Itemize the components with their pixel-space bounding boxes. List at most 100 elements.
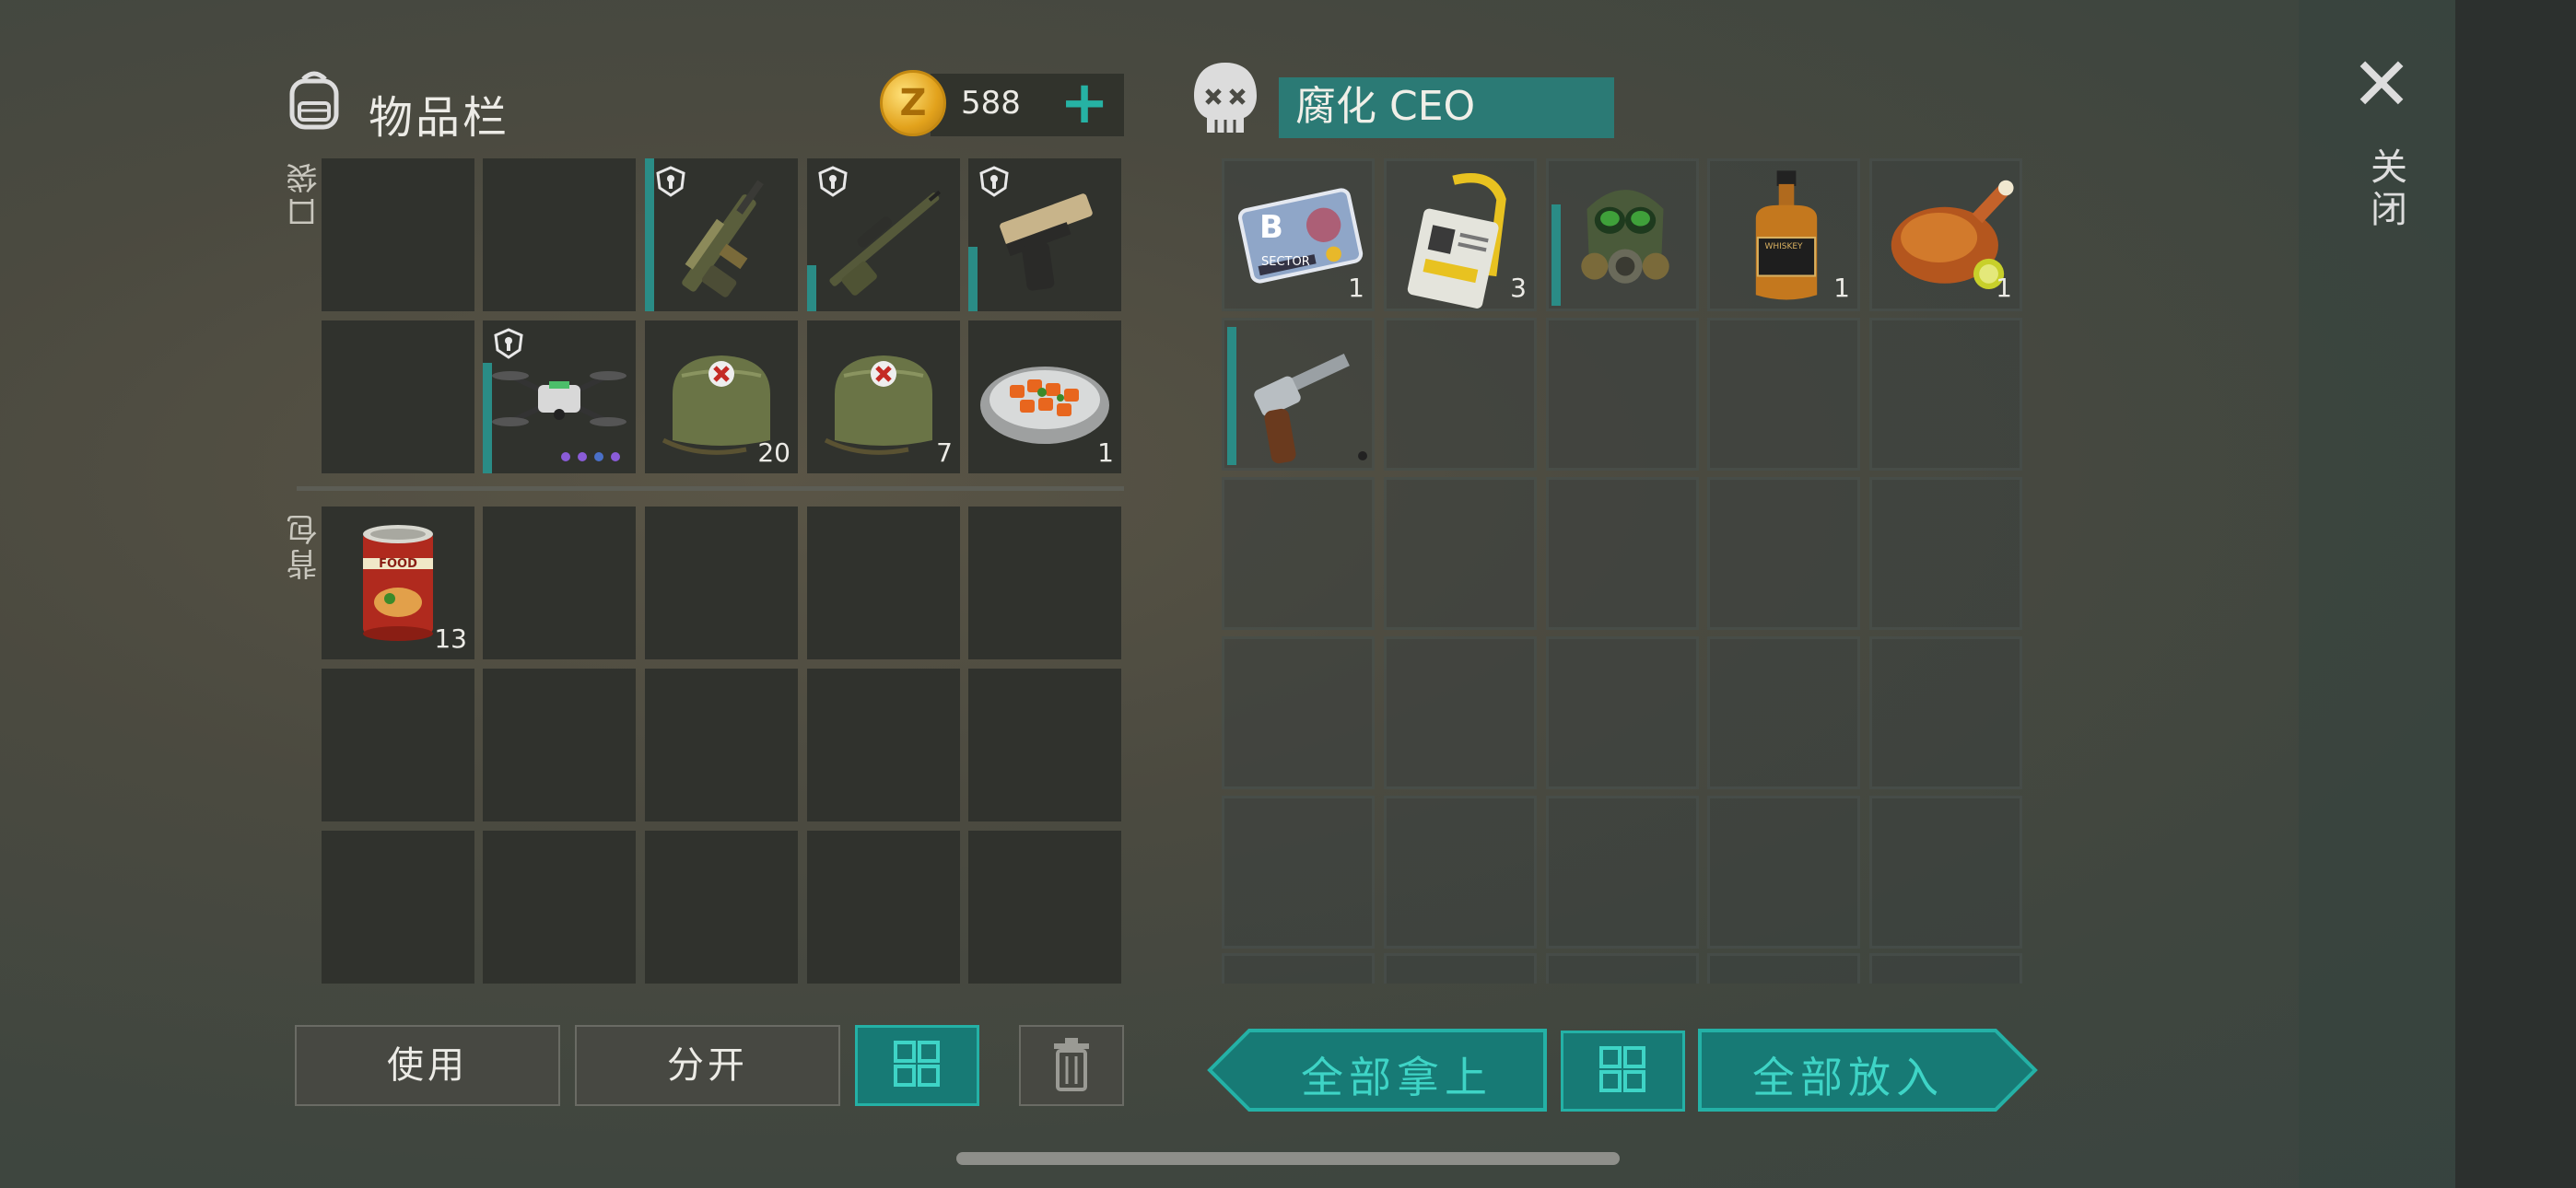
- container-slot-empty[interactable]: [1707, 477, 1860, 630]
- backpack-slot-empty[interactable]: [968, 507, 1121, 659]
- sort-container-button[interactable]: [1561, 1031, 1685, 1112]
- pocket-slot-drone[interactable]: [483, 320, 636, 473]
- backpack-slot-empty[interactable]: [968, 669, 1121, 821]
- pocket-slot-medkit[interactable]: 20: [645, 320, 798, 473]
- container-slot-empty[interactable]: [1222, 477, 1375, 630]
- status-dot: [1358, 451, 1367, 460]
- put-all-button[interactable]: 全部放入: [1697, 1028, 2038, 1112]
- container-slot-revolver[interactable]: [1222, 318, 1375, 471]
- backpack-slot-empty[interactable]: [807, 507, 960, 659]
- container-slot-empty[interactable]: [1546, 636, 1699, 789]
- pocket-slot-empty[interactable]: [322, 320, 474, 473]
- backpack-icon: [281, 66, 347, 133]
- rifle-icon: [682, 180, 764, 297]
- item-quantity: 20: [757, 437, 790, 468]
- container-slot-gas-mask[interactable]: [1546, 158, 1699, 311]
- backpack-slot-empty[interactable]: [968, 831, 1121, 984]
- container-slot-empty[interactable]: [1869, 318, 2022, 471]
- pocket-slot-food-bowl[interactable]: 1: [968, 320, 1121, 473]
- split-button[interactable]: 分开: [575, 1025, 840, 1106]
- gas-mask-icon: [1581, 190, 1669, 284]
- section-divider: [297, 486, 1124, 491]
- revolver-icon: [1254, 354, 1350, 464]
- close-label[interactable]: 关闭: [2359, 147, 2412, 232]
- can-label: FOOD: [379, 557, 417, 571]
- put-all-label: 全部放入: [1752, 1053, 1944, 1102]
- container-slot-empty[interactable]: [1222, 636, 1375, 789]
- backpack-label: 背包: [287, 510, 323, 580]
- container-slot-keycard[interactable]: B SECTOR 1: [1222, 158, 1375, 311]
- backpack-slot-empty[interactable]: [645, 507, 798, 659]
- keycard-letter: B: [1259, 209, 1283, 246]
- container-slot-empty[interactable]: [1384, 796, 1537, 949]
- container-slot-empty[interactable]: [1869, 953, 2022, 984]
- container-slot-empty[interactable]: [1546, 318, 1699, 471]
- pocket-slot-medkit[interactable]: 7: [807, 320, 960, 473]
- pocket-slot-empty[interactable]: [483, 158, 636, 311]
- home-indicator[interactable]: [956, 1152, 1620, 1165]
- take-all-button[interactable]: 全部拿上: [1207, 1028, 1548, 1112]
- trash-button[interactable]: [1019, 1025, 1124, 1106]
- backpack-slot-empty[interactable]: [483, 507, 636, 659]
- pocket-slot-sniper[interactable]: [807, 158, 960, 311]
- container-slot-id-badge[interactable]: 3: [1384, 158, 1537, 311]
- right-edge-panel: [2455, 0, 2576, 1188]
- container-slot-empty[interactable]: [1869, 796, 2022, 949]
- pistol-icon: [1000, 193, 1093, 291]
- container-slot-empty[interactable]: [1222, 953, 1375, 984]
- inventory-title: 物品栏: [369, 92, 510, 144]
- coin-icon: Z: [880, 70, 946, 136]
- bottle-label: WHISKEY: [1764, 242, 1803, 251]
- container-slot-empty[interactable]: [1707, 953, 1860, 984]
- backpack-slot-canned-food[interactable]: FOOD 13: [322, 507, 474, 659]
- sniper-rifle-icon: [829, 190, 942, 296]
- coin-amount: 588: [961, 85, 1021, 122]
- item-quantity: 1: [1097, 437, 1114, 468]
- skull-icon: [1188, 59, 1262, 142]
- backpack-slot-empty[interactable]: [645, 831, 798, 984]
- item-quantity: 3: [1510, 273, 1527, 303]
- container-slot-empty[interactable]: [1869, 477, 2022, 630]
- sort-inventory-button[interactable]: [855, 1025, 979, 1106]
- container-slot-empty[interactable]: [1546, 953, 1699, 984]
- container-slot-roast-chicken[interactable]: 1: [1869, 158, 2022, 311]
- backpack-slot-empty[interactable]: [483, 669, 636, 821]
- container-slot-empty[interactable]: [1384, 318, 1537, 471]
- trash-icon: [1054, 1038, 1089, 1091]
- pocket-label: 口袋: [287, 158, 323, 228]
- keycard-label: SECTOR: [1261, 255, 1310, 269]
- item-quantity: 7: [936, 437, 953, 468]
- pocket-slot-pistol[interactable]: [968, 158, 1121, 311]
- take-all-label: 全部拿上: [1301, 1053, 1493, 1102]
- pocket-slot-empty[interactable]: [322, 158, 474, 311]
- backpack-slot-empty[interactable]: [807, 669, 960, 821]
- container-title: 腐化 CEO: [1279, 77, 1614, 138]
- container-slot-empty[interactable]: [1384, 477, 1537, 630]
- item-quantity: 13: [434, 623, 467, 654]
- container-slot-empty[interactable]: [1384, 953, 1537, 984]
- close-icon[interactable]: ✕: [2345, 48, 2418, 125]
- backpack-slot-empty[interactable]: [322, 669, 474, 821]
- sort-grid-icon: [894, 1041, 940, 1087]
- container-slot-empty[interactable]: [1546, 477, 1699, 630]
- item-quantity: 1: [1348, 273, 1364, 303]
- upgrade-dots: [560, 449, 625, 467]
- pocket-slot-rifle[interactable]: [645, 158, 798, 311]
- container-grid-overflow-row: [1222, 953, 2023, 984]
- container-slot-empty[interactable]: [1869, 636, 2022, 789]
- backpack-slot-empty[interactable]: [645, 669, 798, 821]
- container-slot-empty[interactable]: [1384, 636, 1537, 789]
- item-quantity: 1: [1833, 273, 1850, 303]
- container-slot-empty[interactable]: [1546, 796, 1699, 949]
- container-slot-empty[interactable]: [1707, 636, 1860, 789]
- backpack-slot-empty[interactable]: [322, 831, 474, 984]
- container-slot-empty[interactable]: [1707, 318, 1860, 471]
- add-coins-button[interactable]: +: [1055, 74, 1114, 134]
- item-quantity: 1: [1996, 273, 2012, 303]
- container-slot-empty[interactable]: [1222, 796, 1375, 949]
- container-slot-empty[interactable]: [1707, 796, 1860, 949]
- backpack-slot-empty[interactable]: [807, 831, 960, 984]
- container-slot-whiskey[interactable]: WHISKEY 1: [1707, 158, 1860, 311]
- use-button[interactable]: 使用: [295, 1025, 560, 1106]
- backpack-slot-empty[interactable]: [483, 831, 636, 984]
